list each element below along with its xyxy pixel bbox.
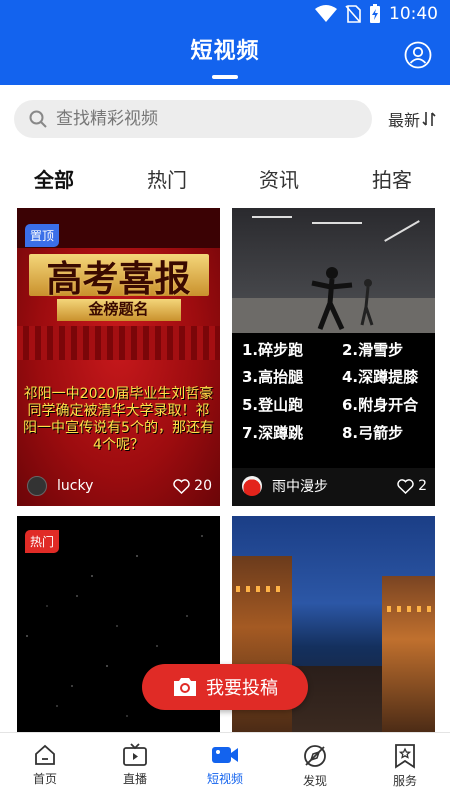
wifi-icon [315,5,337,22]
service-icon [395,744,415,769]
poster-title: 高考喜报 [46,258,191,300]
step-item: 6.附身开合 [342,396,419,414]
workout-steps: 1.碎步跑 2.滑雪步 3.高抬腿 4.深蹲提膝 5.登山跑 6.附身开合 7.… [232,333,435,468]
no-sim-icon [345,5,361,23]
ceiling-light [384,220,420,242]
video-card[interactable]: 高考喜报 金榜题名 祁阳一中2020届毕业生刘哲豪同学确定被清华大学录取！祁阳一… [17,208,220,506]
submit-video-label: 我要投稿 [206,678,278,699]
sort-icon [422,112,436,126]
tab-hot[interactable]: 热门 [147,164,187,193]
bottom-nav: 首页 直播 短视频 发现 服务 [0,732,450,800]
page-title: 短视频 [190,39,260,64]
category-tabs: 全部 热门 资讯 拍客 [0,164,450,198]
hot-badge: 热门 [25,530,60,553]
lanterns [236,586,286,592]
step-item: 3.高抬腿 [242,368,304,386]
title-underline [212,75,238,79]
poster-subtitle: 金榜题名 [88,300,149,318]
like-button[interactable]: 2 [397,478,427,494]
nav-item-discover[interactable]: 发现 [285,743,345,789]
video-thumbnail: 高考喜报 金榜题名 祁阳一中2020届毕业生刘哲豪同学确定被清华大学录取！祁阳一… [17,208,220,506]
nav-label: 短视频 [206,772,243,786]
search-row: 最新 [14,100,436,138]
avatar [27,476,47,496]
nav-item-live[interactable]: 直播 [105,743,165,787]
compass-icon [304,745,326,767]
step-item: 1.碎步跑 [242,341,304,359]
nav-label: 直播 [122,772,147,786]
poster-text: 祁阳一中2020届毕业生刘哲豪同学确定被清华大学录取！祁阳一中宣传说有5个的，那… [23,386,214,453]
search-input[interactable] [56,109,346,129]
heart-icon [173,478,190,494]
nav-label: 服务 [392,774,417,788]
like-count: 20 [194,478,212,494]
dancer-figure [311,267,374,331]
lanterns [387,606,431,612]
step-item: 7.深蹲跳 [242,424,304,442]
title-wrap: 短视频 [0,33,450,65]
tab-all[interactable]: 全部 [34,164,74,193]
video-card[interactable]: 1.碎步跑 2.滑雪步 3.高抬腿 4.深蹲提膝 5.登山跑 6.附身开合 7.… [232,208,435,506]
card-footer: 雨中漫步 2 [232,466,435,506]
sort-button[interactable]: 最新 [388,107,436,131]
author-name: lucky [57,478,94,494]
user-profile-icon[interactable] [404,41,432,69]
nav-label: 发现 [302,774,327,788]
submit-video-button[interactable]: 我要投稿 [142,664,308,710]
step-item: 8.弓箭步 [342,424,404,442]
camera-icon [174,678,196,696]
like-button[interactable]: 20 [173,478,212,494]
status-time: 10:40 [389,4,438,24]
tab-news[interactable]: 资讯 [259,164,299,193]
status-bar: 10:40 [0,0,450,30]
tv-icon [123,743,147,766]
step-item: 2.滑雪步 [342,341,404,359]
ceiling-light [252,216,292,218]
building [382,576,435,732]
heart-icon [397,478,414,494]
poster-curtain-decor [17,326,220,360]
avatar [242,476,262,496]
tab-paike[interactable]: 拍客 [372,164,412,193]
step-item: 4.深蹲提膝 [342,368,419,386]
nav-item-home[interactable]: 首页 [15,743,75,787]
status-icons: 10:40 [315,4,438,24]
video-camera-icon [212,747,238,763]
battery-charging-icon [370,4,380,23]
author-name: 雨中漫步 [272,479,328,495]
app-header: 10:40 短视频 [0,0,450,85]
ceiling-light [312,222,362,224]
video-thumbnail [232,208,435,333]
search-box[interactable] [14,100,372,138]
home-icon [35,744,55,765]
nav-label: 首页 [32,772,57,786]
search-icon [29,110,47,128]
nav-item-short-video[interactable]: 短视频 [195,743,255,787]
nav-item-service[interactable]: 服务 [375,743,435,789]
sort-label: 最新 [387,111,420,130]
step-item: 5.登山跑 [242,396,304,414]
pinned-badge: 置顶 [25,224,60,247]
like-count: 2 [418,478,427,494]
card-footer: lucky 20 [17,466,220,506]
